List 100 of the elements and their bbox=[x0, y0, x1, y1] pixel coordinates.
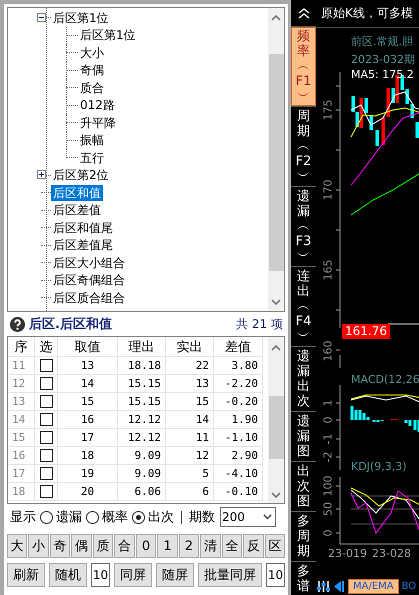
tree-item[interactable]: 奇偶 bbox=[78, 62, 106, 78]
expand-icon[interactable] bbox=[37, 170, 46, 180]
candle bbox=[386, 88, 390, 117]
chart-info: 2023-032期 bbox=[351, 52, 415, 67]
checkbox[interactable] bbox=[40, 485, 52, 498]
table-cell: 15 bbox=[8, 429, 35, 447]
action-button[interactable]: 同屏 bbox=[114, 563, 152, 587]
tree-item[interactable]: 五行 bbox=[78, 150, 106, 166]
candle bbox=[370, 115, 373, 130]
radio-option[interactable]: 遗漏 bbox=[40, 508, 82, 526]
checkbox[interactable] bbox=[40, 359, 52, 372]
table-cell: 12 bbox=[8, 375, 35, 393]
tree-item[interactable]: 升平降 bbox=[78, 114, 118, 131]
tree-item[interactable]: 振幅 bbox=[78, 132, 106, 148]
dropdown-icon[interactable] bbox=[263, 514, 272, 520]
side-tab[interactable]: 遗漏︵F3︶ bbox=[291, 187, 316, 267]
column-header[interactable]: 选 bbox=[35, 337, 58, 357]
column-header[interactable]: 实出 bbox=[166, 337, 214, 357]
radio-option[interactable]: 概率 bbox=[86, 508, 128, 526]
axis-tick-label: 170 bbox=[322, 180, 334, 200]
filter-button[interactable]: 1 bbox=[157, 534, 178, 558]
table-cell: 20 bbox=[58, 483, 118, 501]
tree-item[interactable]: 012路 bbox=[78, 97, 117, 114]
chart-info: 前区.常规.胆 bbox=[351, 34, 413, 49]
axis-tick-label: 0 bbox=[322, 530, 334, 536]
date-label: 23-028 bbox=[372, 547, 411, 560]
collapse-icon[interactable] bbox=[37, 12, 46, 22]
side-tab[interactable]: 遗漏图 bbox=[291, 412, 316, 462]
side-tab[interactable]: 频率︵F1︶ bbox=[291, 27, 316, 107]
side-tab[interactable]: 出次图 bbox=[291, 462, 316, 512]
tree-item[interactable]: 后区差值 bbox=[51, 202, 103, 218]
table-cell: 18 bbox=[58, 447, 118, 465]
tree-item[interactable]: 后区差值尾 bbox=[51, 237, 115, 254]
checkbox[interactable] bbox=[40, 467, 52, 480]
filter-button[interactable]: 偶 bbox=[71, 534, 92, 558]
tree-item[interactable]: 后区和值 bbox=[51, 184, 103, 201]
scroll-down-icon[interactable] bbox=[271, 298, 281, 306]
tree-item[interactable]: 后区第1位 bbox=[51, 10, 111, 26]
sliders-icon[interactable] bbox=[317, 580, 330, 593]
side-tab[interactable]: 周期︵F2︶ bbox=[291, 107, 316, 187]
tree-item[interactable]: 后区奇偶组合 bbox=[51, 272, 127, 288]
table-cell: 13 bbox=[166, 375, 214, 393]
scroll-down-icon[interactable] bbox=[271, 492, 281, 498]
table-cell: 15.15 bbox=[118, 393, 166, 411]
action-button[interactable]: 批量同屏 bbox=[198, 563, 262, 587]
column-header[interactable]: 序 bbox=[8, 337, 35, 357]
filter-button[interactable]: 合 bbox=[114, 534, 135, 558]
periods-dropdown[interactable]: 200 bbox=[220, 507, 276, 527]
candle bbox=[410, 104, 414, 118]
tree-item[interactable]: 大小 bbox=[78, 44, 106, 61]
help-icon[interactable] bbox=[10, 316, 25, 332]
checkbox[interactable] bbox=[40, 449, 52, 462]
arrow-left-icon[interactable] bbox=[333, 580, 345, 593]
tree-item[interactable]: 后区和值尾 bbox=[51, 220, 115, 236]
tree-item[interactable]: 后区第2位 bbox=[51, 167, 111, 184]
column-header[interactable]: 理出 bbox=[118, 337, 166, 357]
filter-button[interactable]: 小 bbox=[28, 534, 49, 558]
table-cell: 14 bbox=[166, 411, 214, 429]
checkbox[interactable] bbox=[40, 395, 52, 408]
table-cell: 14 bbox=[8, 411, 35, 429]
tree-item[interactable]: 质合 bbox=[78, 80, 106, 96]
checkbox[interactable] bbox=[40, 413, 52, 426]
filter-button[interactable]: 区 bbox=[264, 534, 285, 558]
toolbar-link[interactable]: BO bbox=[402, 581, 416, 592]
ma-ema-button[interactable]: MA/EMA bbox=[348, 579, 399, 594]
checkbox[interactable] bbox=[40, 377, 52, 390]
count-field[interactable]: 10 bbox=[266, 563, 285, 587]
axis-tick-label: 100 bbox=[322, 476, 334, 496]
filter-button[interactable]: 奇 bbox=[50, 534, 70, 558]
scrollbar[interactable] bbox=[268, 337, 284, 503]
count-field[interactable]: 10 bbox=[91, 563, 110, 587]
side-tab[interactable]: 多周期 bbox=[291, 512, 316, 562]
filter-button[interactable]: 质 bbox=[92, 534, 114, 558]
filter-button[interactable]: 2 bbox=[178, 534, 200, 558]
tree-item[interactable]: 后区质合组合 bbox=[51, 290, 127, 306]
filter-button[interactable]: 反 bbox=[243, 534, 264, 558]
filter-button[interactable]: 清 bbox=[200, 534, 221, 558]
table-cell: 11 bbox=[8, 357, 35, 375]
column-header[interactable]: 取值 bbox=[58, 337, 118, 357]
filter-button[interactable]: 全 bbox=[222, 534, 242, 558]
action-button[interactable]: 随机 bbox=[49, 563, 87, 587]
table-cell: 17 bbox=[8, 465, 35, 483]
axis-tick-label: 160 bbox=[322, 340, 334, 362]
filter-button[interactable]: 0 bbox=[136, 534, 156, 558]
axis-tick-label: 165 bbox=[322, 260, 334, 280]
table-cell: 1.90 bbox=[214, 411, 263, 429]
tree-item[interactable]: 后区大小组合 bbox=[51, 254, 127, 271]
radio-option[interactable]: 出次 bbox=[132, 508, 174, 526]
action-button[interactable]: 刷新 bbox=[7, 563, 45, 587]
tree-item[interactable]: 后区第1位 bbox=[78, 27, 138, 44]
checkbox[interactable] bbox=[40, 431, 52, 444]
scrollbar[interactable] bbox=[268, 8, 284, 311]
candle bbox=[364, 98, 368, 113]
column-header[interactable]: 差值 bbox=[214, 337, 263, 357]
side-tab[interactable]: 连出︵F4︶ bbox=[291, 267, 316, 347]
side-tab[interactable]: 遗漏出次 bbox=[291, 347, 316, 412]
filter-button[interactable]: 大 bbox=[7, 534, 28, 558]
action-button[interactable]: 随屏 bbox=[156, 563, 194, 587]
table-cell: 6.06 bbox=[118, 483, 166, 501]
candle bbox=[406, 89, 409, 104]
